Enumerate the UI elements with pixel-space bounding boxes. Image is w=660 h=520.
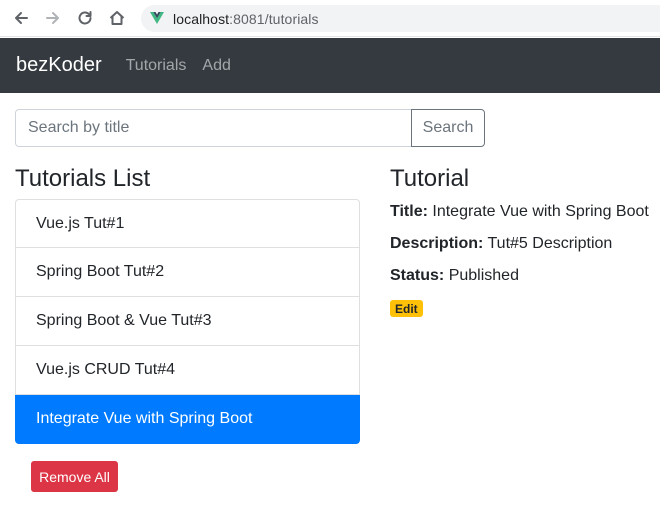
list-item[interactable]: Spring Boot & Vue Tut#3 [15,297,360,346]
list-item[interactable]: Spring Boot Tut#2 [15,248,360,297]
app-navbar: bezKoder Tutorials Add [0,38,660,93]
list-item[interactable]: Vue.js Tut#1 [15,199,360,248]
title-label: Title: [390,203,428,220]
vue-logo-icon [149,11,165,27]
description-value: Tut#5 Description [487,235,613,252]
tutorials-list-title: Tutorials List [15,165,151,192]
status-value: Published [448,267,519,284]
url-port: :8081 [229,10,265,27]
brand-link[interactable]: bezKoder [16,54,102,77]
url-text: localhost:8081/tutorials [173,11,319,27]
nav-link-tutorials[interactable]: Tutorials [126,57,187,75]
detail-status-row: Status: Published [390,267,519,285]
url-path: /tutorials [264,10,319,27]
list-item-active[interactable]: Integrate Vue with Spring Boot [15,395,360,444]
home-icon[interactable] [105,6,129,30]
tutorial-detail-heading: Tutorial [390,165,470,192]
address-bar[interactable]: localhost:8081/tutorials [141,5,660,32]
status-label: Status: [390,267,445,284]
forward-arrow-icon[interactable] [41,6,65,30]
list-item[interactable]: Vue.js CRUD Tut#4 [15,346,360,395]
edit-badge-button[interactable]: Edit [390,300,423,317]
tutorials-list: Vue.js Tut#1 Spring Boot Tut#2 Spring Bo… [15,199,360,444]
browser-toolbar: localhost:8081/tutorials [0,0,660,37]
reload-icon[interactable] [73,6,97,30]
nav-link-add[interactable]: Add [202,57,230,75]
search-button[interactable]: Search [411,109,485,147]
search-input[interactable] [15,109,412,147]
detail-title-row: Title: Integrate Vue with Spring Boot [390,203,649,221]
detail-description-row: Description: Tut#5 Description [390,235,612,253]
title-value: Integrate Vue with Spring Boot [432,203,649,220]
url-host: localhost [173,10,230,27]
remove-all-button[interactable]: Remove All [31,461,118,492]
back-arrow-icon[interactable] [9,6,33,30]
description-label: Description: [390,235,484,252]
